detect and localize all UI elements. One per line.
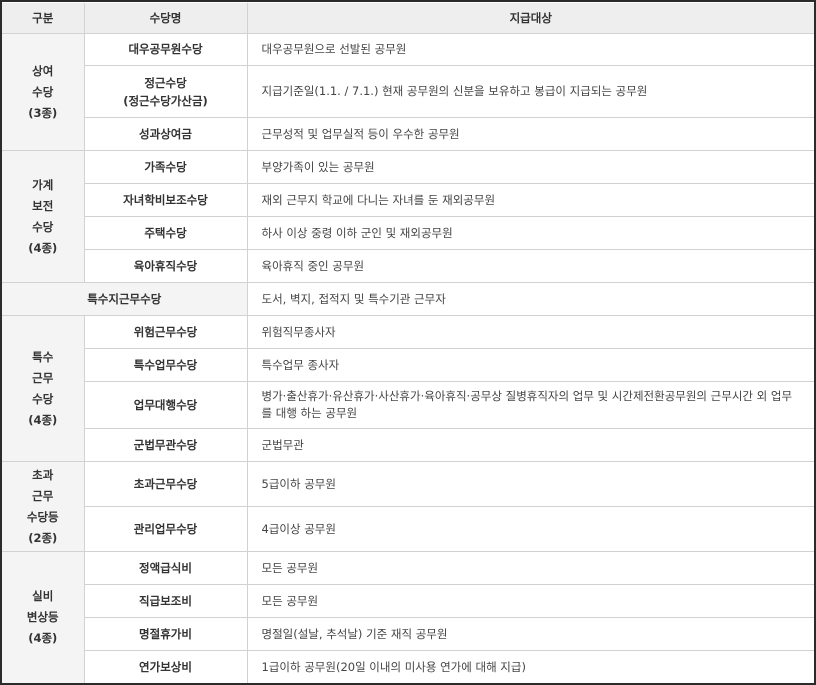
header-name: 수당명 [83,3,248,34]
table-row: 정근수당 (정근수당가산금) 지급기준일(1.1. / 7.1.) 현재 공무원… [2,65,814,118]
table-row: 가계 보전 수당 (4종) 가족수당 부양가족이 있는 공무원 [2,150,814,283]
table-row: 특수 근무 수당 (4종) 위험근무수당 위험직무종사자 [2,315,814,462]
allowance-target: 병가·출산휴가·유산휴가·사산휴가·육아휴직·공무상 질병휴직자의 업무 및 시… [246,381,814,429]
allowance-name: 연가보상비 [84,650,248,683]
allowance-target: 하사 이상 중령 이하 군인 및 재외공무원 [246,216,814,250]
allowance-target: 1급이하 공무원(20일 이내의 미사용 연가에 대해 지급) [246,650,814,683]
allowance-target: 지급기준일(1.1. / 7.1.) 현재 공무원의 신분을 보유하고 봉급이 … [246,65,814,118]
category-cell: 상여 수당 (3종) [2,33,85,151]
allowance-name: 육아휴직수당 [84,249,248,283]
allowance-table-frame: 구분 수당명 지급대상 상여 수당 (3종) 대우공무원수당 대우공무원으로 선… [0,0,816,685]
allowance-name: 성과상여금 [84,117,248,151]
allowance-name: 군법무관수당 [84,428,248,462]
allowance-name-cell: 정근수당 (정근수당가산금) [84,65,248,118]
allowance-name: 직급보조비 [84,584,248,618]
table-row: 직급보조비 모든 공무원 [2,584,814,618]
allowance-target: 대우공무원으로 선발된 공무원 [246,33,814,66]
allowance-name: 정액급식비 [83,551,248,585]
table-row: 업무대행수당 병가·출산휴가·유산휴가·사산휴가·육아휴직·공무상 질병휴직자의… [2,381,814,429]
allowance-name: 특수업무수당 [84,348,248,382]
category-label: 특수 근무 수당 (4종) [28,349,58,427]
table-row: 특수지근무수당 도서, 벽지, 접적지 및 특수기관 근무자 [2,282,814,316]
category-label: 상여 수당 (3종) [28,63,58,120]
allowance-target: 모든 공무원 [246,584,814,618]
allowance-name: 초과근무수당 [83,461,248,507]
allowance-target: 육아휴직 중인 공무원 [246,249,814,283]
table-row: 자녀학비보조수당 재외 근무지 학교에 다니는 자녀를 둔 재외공무원 [2,183,814,217]
allowance-name: 위험근무수당 [83,315,248,349]
category-cell: 가계 보전 수당 (4종) [2,150,85,283]
category-label: 가계 보전 수당 (4종) [28,177,58,255]
table-row: 성과상여금 근무성적 및 업무실적 등이 우수한 공무원 [2,117,814,151]
table-row: 명절휴가비 명절일(설날, 추석날) 기준 재직 공무원 [2,617,814,651]
allowance-target: 군법무관 [246,428,814,462]
table-row: 초과 근무 수당등 (2종) 초과근무수당 5급이하 공무원 [2,461,814,552]
table-row: 연가보상비 1급이하 공무원(20일 이내의 미사용 연가에 대해 지급) [2,650,814,683]
header-target: 지급대상 [246,3,814,34]
allowance-name: 정근수당 (정근수당가산금) [123,75,208,108]
table-row: 주택수당 하사 이상 중령 이하 군인 및 재외공무원 [2,216,814,250]
table-row: 실비 변상등 (4종) 정액급식비 모든 공무원 [2,551,814,683]
table-row: 상여 수당 (3종) 대우공무원수당 대우공무원으로 선발된 공무원 [2,33,814,151]
allowance-target: 도서, 벽지, 접적지 및 특수기관 근무자 [246,282,814,316]
allowance-name: 특수지근무수당 [2,282,248,316]
allowance-target: 4급이상 공무원 [246,506,814,552]
allowance-target: 특수업무 종사자 [246,348,814,382]
allowance-target: 재외 근무지 학교에 다니는 자녀를 둔 재외공무원 [246,183,814,217]
category-cell: 초과 근무 수당등 (2종) [2,461,85,552]
category-label: 초과 근무 수당등 (2종) [26,467,59,545]
allowance-target: 위험직무종사자 [246,315,814,349]
table-header-row: 구분 수당명 지급대상 [2,3,814,34]
allowance-name: 대우공무원수당 [83,33,248,66]
allowance-name: 명절휴가비 [84,617,248,651]
allowance-target: 명절일(설날, 추석날) 기준 재직 공무원 [246,617,814,651]
table-row: 군법무관수당 군법무관 [2,428,814,462]
allowance-name: 자녀학비보조수당 [84,183,248,217]
allowance-name: 가족수당 [83,150,248,184]
allowance-table: 구분 수당명 지급대상 상여 수당 (3종) 대우공무원수당 대우공무원으로 선… [2,3,814,683]
category-cell: 특수 근무 수당 (4종) [2,315,85,462]
allowance-name: 관리업무수당 [84,506,248,552]
category-label: 실비 변상등 (4종) [26,589,59,645]
allowance-target: 5급이하 공무원 [246,461,814,507]
header-category: 구분 [2,3,85,34]
category-cell: 실비 변상등 (4종) [2,551,85,683]
table-row: 특수업무수당 특수업무 종사자 [2,348,814,382]
allowance-target: 부양가족이 있는 공무원 [246,150,814,184]
allowance-target: 모든 공무원 [246,551,814,585]
allowance-name: 주택수당 [84,216,248,250]
allowance-name: 업무대행수당 [84,381,248,429]
table-row: 관리업무수당 4급이상 공무원 [2,506,814,552]
allowance-target: 근무성적 및 업무실적 등이 우수한 공무원 [246,117,814,151]
table-row: 육아휴직수당 육아휴직 중인 공무원 [2,249,814,283]
